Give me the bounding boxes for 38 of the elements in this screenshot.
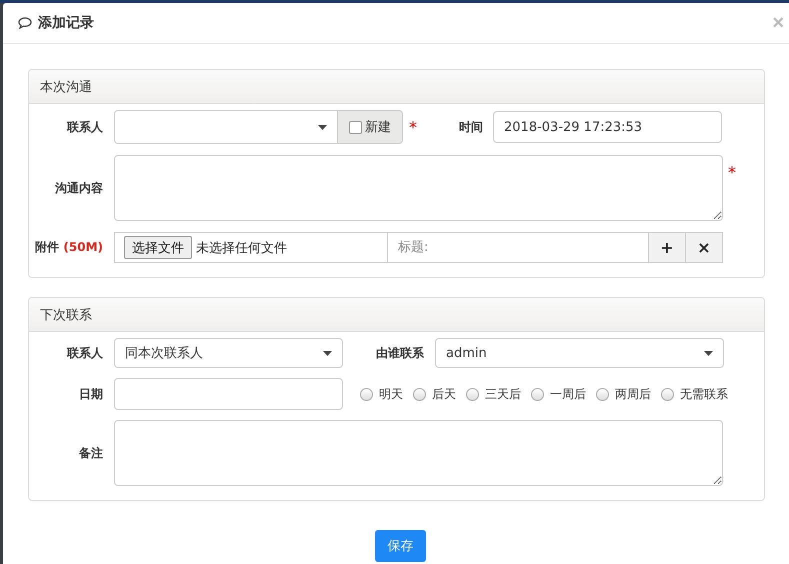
file-status: 未选择任何文件 [196, 240, 287, 256]
caret-icon [704, 350, 713, 356]
file-field[interactable]: 选择文件 未选择任何文件 [114, 232, 388, 263]
content-field[interactable] [114, 155, 723, 221]
field-label: 由谁联系 [376, 344, 424, 362]
required-mark: * [728, 163, 736, 182]
radio-option[interactable]: 三天后 [466, 386, 521, 402]
contact-select[interactable]: 同本次联系人 [114, 338, 343, 368]
radio-option[interactable]: 明天 [360, 386, 403, 402]
radio-option[interactable]: 两周后 [596, 386, 651, 402]
required-mark: * [409, 118, 417, 136]
field-label: 沟通内容 [54, 180, 103, 196]
radio-option[interactable]: 后天 [413, 386, 456, 402]
caret-icon [323, 350, 332, 356]
field-label: 联系人 [66, 118, 103, 136]
time-field[interactable]: 2018-03-29 17:23:53 [493, 111, 722, 143]
caret-icon [318, 124, 327, 130]
add-button[interactable]: + [649, 232, 686, 263]
contact-person-select[interactable]: admin [435, 338, 724, 368]
field-label: 日期 [78, 386, 103, 402]
field-label: 附件 (50M) [34, 239, 103, 256]
field-label: 备注 [78, 444, 103, 462]
contact-select[interactable] [114, 110, 338, 144]
radio-option[interactable]: 无需联系 [661, 386, 728, 402]
panel-heading: 下次联系 [29, 298, 764, 332]
date-field[interactable] [114, 378, 343, 410]
remove-button[interactable]: × [686, 232, 723, 263]
panel-heading: 本次沟通 [29, 70, 764, 104]
radio-option[interactable]: 一周后 [531, 386, 586, 402]
speech-bubble-icon [18, 17, 32, 29]
dialog-title: 添加记录 [38, 14, 95, 32]
choose-file-button[interactable]: 选择文件 [124, 236, 192, 259]
field-label: 联系人 [66, 344, 103, 362]
save-button[interactable]: 保存 [375, 530, 426, 562]
title-field[interactable]: 标题: [388, 232, 649, 263]
field-label: 时间 [459, 118, 483, 136]
note-field[interactable] [114, 420, 723, 486]
new-checkbox[interactable]: 新建 [338, 110, 403, 144]
